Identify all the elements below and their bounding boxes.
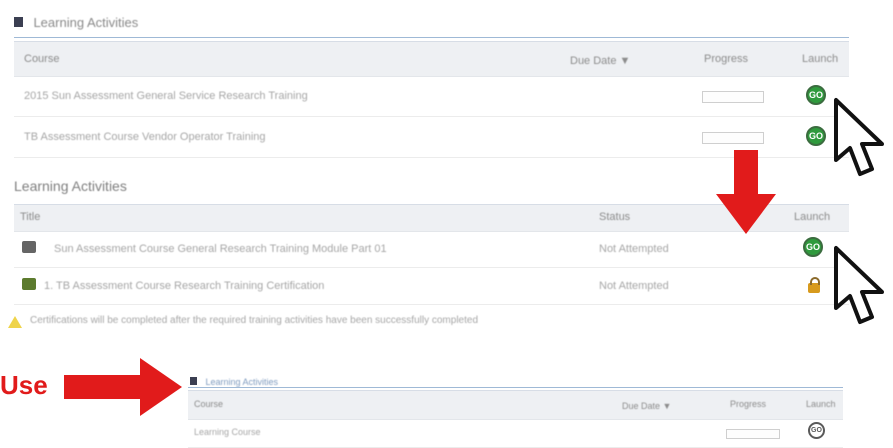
top-panel-header: Learning Activities [14,14,138,32]
col-progress: Progress [704,53,749,65]
launch-go-button[interactable]: GO [808,422,825,439]
panel-icon [190,377,197,385]
mouse-cursor-icon [834,246,884,324]
activity-status: Not Attempted [599,243,669,255]
video-icon [22,278,36,290]
top-panel-rule [14,37,849,38]
launch-go-button[interactable]: GO [806,85,826,105]
bottom-table-header: Course Due Date ▼ Progress Launch [188,390,843,420]
col-launch: Launch [806,399,836,409]
course-title[interactable]: TB Assessment Course Vendor Operator Tra… [24,131,564,143]
warning-icon [8,316,22,328]
col-course[interactable]: Course [194,399,223,409]
progress-bar [726,429,780,439]
activity-title[interactable]: 1. TB Assessment Course Research Trainin… [44,280,574,292]
progress-bar [702,132,764,144]
launch-go-button[interactable]: GO [806,126,826,146]
mouse-cursor-icon [834,98,884,176]
warning-text: Certifications will be completed after t… [30,315,479,326]
red-down-arrow [716,150,776,234]
activity-title[interactable]: Sun Assessment Course General Research T… [54,243,574,255]
col-launch: Launch [794,211,831,223]
col-due-date[interactable]: Due Date ▼ [570,55,630,67]
bottom-panel-rule [188,387,843,388]
lock-icon [808,277,820,293]
col-title: Title [20,211,41,223]
col-launch: Launch [802,53,839,65]
panel-icon [14,17,23,27]
col-course[interactable]: Course [24,53,59,65]
table-row: Learning Course GO [188,419,843,448]
bottom-panel-title: Learning Activities [205,377,278,387]
middle-panel-title: Learning Activities [14,178,127,194]
top-panel-title: Learning Activities [33,15,139,30]
video-icon [22,241,36,253]
course-title[interactable]: Learning Course [194,427,494,437]
col-due-date[interactable]: Due Date ▼ [622,401,671,411]
progress-bar [702,91,764,103]
table-row: 2015 Sun Assessment General Service Rese… [14,76,849,117]
warning-note: Certifications will be completed after t… [8,314,828,330]
col-progress: Progress [730,399,767,409]
table-row: 1. TB Assessment Course Research Trainin… [14,268,849,305]
activity-status: Not Attempted [599,280,669,292]
top-table-header: Course Due Date ▼ Progress Launch [14,41,849,77]
course-title[interactable]: 2015 Sun Assessment General Service Rese… [24,90,564,102]
red-right-arrow [64,358,182,416]
col-status: Status [599,211,631,223]
use-label: Use [0,370,48,400]
table-row: Sun Assessment Course General Research T… [14,231,849,268]
launch-go-button[interactable]: GO [803,237,823,257]
